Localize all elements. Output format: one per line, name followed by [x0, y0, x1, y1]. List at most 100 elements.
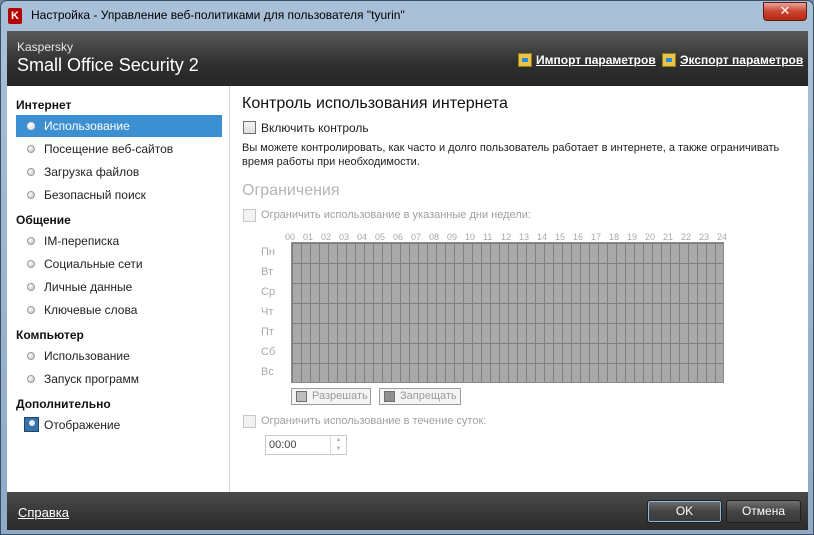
hour-label: 19	[627, 232, 638, 242]
bullet-icon	[27, 122, 35, 130]
cancel-button[interactable]: Отмена	[726, 500, 801, 523]
hour-label: 02	[321, 232, 332, 242]
title-bar[interactable]: K Настройка - Управление веб-политиками …	[1, 1, 813, 29]
sidebar-item-display[interactable]: Отображение	[16, 414, 222, 436]
sidebar-item-safe-search[interactable]: Безопасный поиск	[16, 184, 222, 206]
limit-days-checkbox[interactable]	[243, 209, 256, 222]
ok-button[interactable]: OK	[647, 500, 722, 523]
bullet-icon	[27, 145, 35, 153]
category-computer: Компьютер	[16, 328, 84, 342]
sidebar-item-label: Использование	[44, 119, 130, 133]
sidebar-item-internet-usage[interactable]: Использование	[16, 115, 222, 137]
hour-label: 10	[465, 232, 476, 242]
import-settings-link[interactable]: Импорт параметров	[518, 53, 656, 67]
export-icon	[662, 53, 676, 67]
bullet-icon	[27, 306, 35, 314]
hour-label: 22	[681, 232, 692, 242]
hour-label: 20	[645, 232, 656, 242]
hour-label: 18	[609, 232, 620, 242]
day-label: Ср	[261, 286, 276, 298]
bullet-icon	[27, 352, 35, 360]
sidebar-item-social-networks[interactable]: Социальные сети	[16, 253, 222, 275]
category-internet: Интернет	[16, 98, 72, 112]
hour-label: 08	[429, 232, 440, 242]
page-title: Контроль использования интернета	[242, 95, 508, 112]
sidebar-item-label: Загрузка файлов	[44, 165, 140, 179]
sidebar-item-label: Отображение	[44, 418, 121, 432]
product-header: Kaspersky Small Office Security 2 Импорт…	[7, 31, 808, 86]
sidebar-item-website-visits[interactable]: Посещение веб-сайтов	[16, 138, 222, 160]
bullet-icon	[27, 237, 35, 245]
bullet-icon	[27, 191, 35, 199]
brand-product: Small Office Security 2	[17, 55, 199, 75]
hour-label: 24	[717, 232, 728, 242]
close-button[interactable]: ✕	[763, 2, 807, 21]
hour-label: 04	[357, 232, 368, 242]
brand-vendor: Kaspersky	[17, 40, 74, 54]
allow-swatch	[296, 391, 307, 402]
deny-label: Запрещать	[400, 390, 457, 402]
main-panel: Контроль использования интернета Включит…	[241, 86, 801, 492]
hour-label: 17	[591, 232, 602, 242]
enable-control-checkbox[interactable]	[243, 121, 256, 134]
bullet-icon	[27, 260, 35, 268]
day-label: Вс	[261, 366, 274, 378]
spin-down-icon[interactable]: ▼	[331, 445, 346, 454]
day-label: Вт	[261, 266, 274, 278]
schedule-grid[interactable]	[291, 242, 724, 383]
hour-label: 06	[393, 232, 404, 242]
export-label: Экспорт параметров	[680, 53, 804, 67]
spin-up-icon[interactable]: ▲	[331, 436, 346, 445]
day-label: Пн	[261, 246, 275, 258]
export-settings-link[interactable]: Экспорт параметров	[662, 53, 803, 67]
sidebar-item-label: Социальные сети	[44, 257, 143, 271]
hour-label: 00	[285, 232, 296, 242]
sidebar-item-app-launch[interactable]: Запуск программ	[16, 368, 222, 390]
day-label: Чт	[261, 306, 274, 318]
limit-daily-checkbox[interactable]	[243, 415, 256, 428]
import-icon	[518, 53, 532, 67]
hour-label: 11	[483, 232, 493, 242]
sidebar-item-label: IM-переписка	[44, 234, 120, 248]
deny-swatch	[384, 391, 395, 402]
hour-label: 01	[303, 232, 314, 242]
limit-daily-label: Ограничить использование в течение суток…	[261, 415, 487, 427]
help-link[interactable]: Справка	[18, 505, 69, 520]
limit-days-label: Ограничить использование в указанные дни…	[261, 209, 531, 221]
footer-bar: Справка OK Отмена	[7, 492, 808, 530]
daily-time-value[interactable]: 00:00	[269, 439, 297, 451]
hour-label: 07	[411, 232, 422, 242]
enable-control-label[interactable]: Включить контроль	[261, 121, 369, 135]
hour-label: 09	[447, 232, 458, 242]
sidebar-item-label: Безопасный поиск	[44, 188, 146, 202]
sidebar: Интернет Использование Посещение веб-сай…	[7, 86, 230, 492]
hour-label: 23	[699, 232, 710, 242]
hour-label: 05	[375, 232, 386, 242]
sidebar-item-label: Запуск программ	[44, 372, 139, 386]
user-avatar-icon	[24, 417, 39, 432]
settings-window: K Настройка - Управление веб-политиками …	[0, 0, 814, 535]
deny-legend[interactable]: Запрещать	[379, 388, 461, 405]
hour-label: 13	[519, 232, 530, 242]
hour-label: 21	[663, 232, 674, 242]
import-label: Импорт параметров	[536, 53, 656, 67]
sidebar-item-computer-usage[interactable]: Использование	[16, 345, 222, 367]
category-communication: Общение	[16, 213, 71, 227]
daily-time-spinner[interactable]: 00:00 ▲ ▼	[265, 435, 347, 455]
hour-label: 14	[537, 232, 548, 242]
sidebar-item-file-downloads[interactable]: Загрузка файлов	[16, 161, 222, 183]
allow-legend[interactable]: Разрешать	[291, 388, 371, 405]
hour-label: 16	[573, 232, 584, 242]
sidebar-item-label: Ключевые слова	[44, 303, 138, 317]
sidebar-item-personal-data[interactable]: Личные данные	[16, 276, 222, 298]
sidebar-item-label: Посещение веб-сайтов	[44, 142, 174, 156]
day-label: Пт	[261, 326, 274, 338]
spin-buttons: ▲ ▼	[330, 436, 346, 454]
content-area: Интернет Использование Посещение веб-сай…	[7, 86, 808, 492]
sidebar-item-label: Использование	[44, 349, 130, 363]
allow-label: Разрешать	[312, 390, 368, 402]
hour-label: 15	[555, 232, 566, 242]
bullet-icon	[27, 375, 35, 383]
sidebar-item-keywords[interactable]: Ключевые слова	[16, 299, 222, 321]
sidebar-item-im[interactable]: IM-переписка	[16, 230, 222, 252]
